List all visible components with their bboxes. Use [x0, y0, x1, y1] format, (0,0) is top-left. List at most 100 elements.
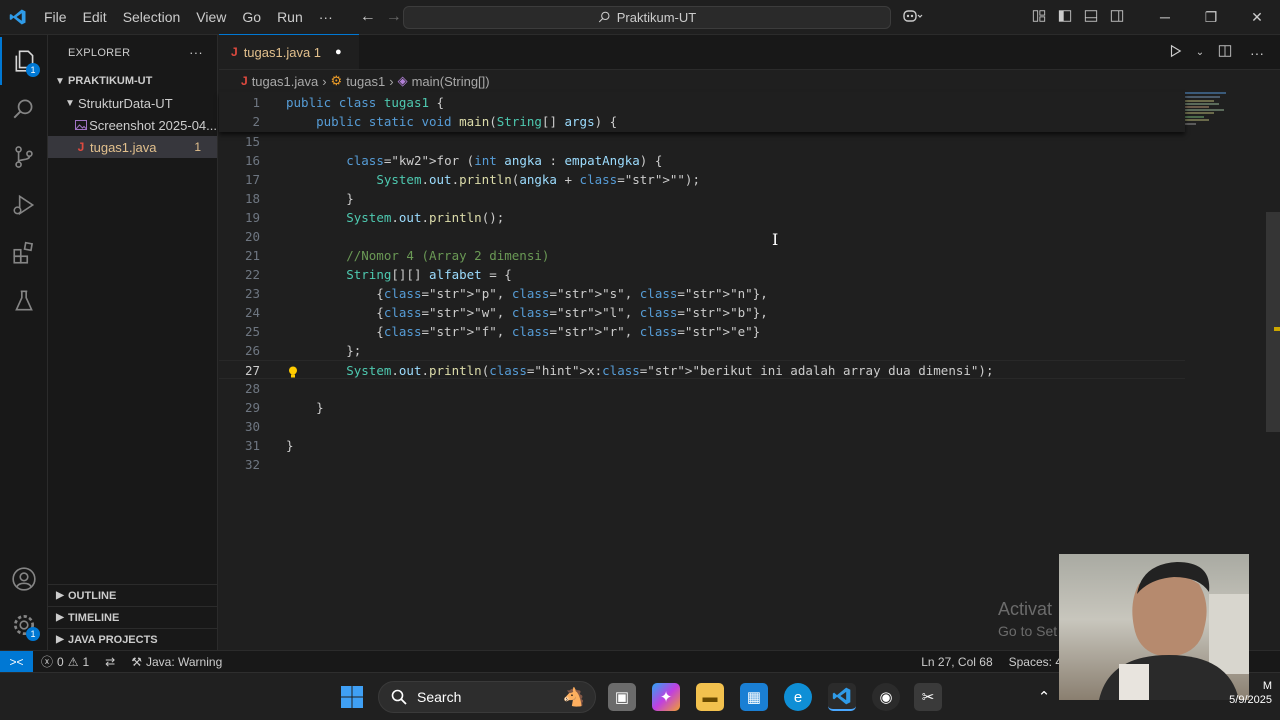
- code-line[interactable]: 28: [219, 379, 1185, 398]
- code-line[interactable]: 32: [219, 455, 1185, 474]
- vertical-scrollbar[interactable]: [1266, 92, 1280, 650]
- line-number: 30: [244, 419, 260, 434]
- outline-section[interactable]: ▶ OUTLINE: [48, 584, 217, 606]
- testing-flask-icon[interactable]: [0, 277, 48, 325]
- toggle-panel-icon[interactable]: [1078, 9, 1104, 26]
- scrollbar-thumb[interactable]: [1266, 212, 1280, 432]
- file-item-tugas1[interactable]: J tugas1.java 1: [48, 136, 217, 158]
- code-line[interactable]: 23 {class="str">"p", class="str">"s", cl…: [219, 284, 1185, 303]
- search-activity-icon[interactable]: [0, 85, 48, 133]
- obs-record-icon[interactable]: ◉: [872, 683, 900, 711]
- problems-status[interactable]: ⓧ 0 ⚠ 1: [33, 653, 97, 670]
- menu-edit[interactable]: Edit: [75, 0, 115, 35]
- source-control-icon[interactable]: [0, 133, 48, 181]
- toggle-secondary-sidebar-icon[interactable]: [1104, 9, 1130, 26]
- unsaved-dot-icon[interactable]: ●: [335, 46, 342, 58]
- debug-status[interactable]: ⇄: [97, 655, 123, 669]
- code-line[interactable]: 22 String[][] alfabet = {: [219, 265, 1185, 284]
- vscode-taskbar-icon[interactable]: [828, 683, 856, 711]
- folder-strukturdata[interactable]: ▼ StrukturData-UT: [48, 92, 217, 114]
- clock-time: M: [1262, 680, 1272, 692]
- run-debug-icon[interactable]: [0, 181, 48, 229]
- run-java-icon[interactable]: [1162, 44, 1188, 61]
- restore-icon[interactable]: ❐: [1188, 9, 1234, 26]
- watermark-line2: Go to Set: [998, 623, 1058, 639]
- line-number: 22: [244, 267, 260, 282]
- code-line[interactable]: 20: [219, 227, 1185, 246]
- code-text: class="kw2">for (int angka : empatAngka)…: [346, 153, 663, 168]
- sticky-scroll-header[interactable]: 1 public class tugas1 {2 public static vo…: [219, 92, 1185, 132]
- java-projects-section[interactable]: ▶ JAVA PROJECTS: [48, 628, 217, 650]
- workspace-root[interactable]: ▼ PRAKTIKUM-UT: [48, 70, 217, 92]
- minimap[interactable]: [1176, 92, 1266, 152]
- menu-selection[interactable]: Selection: [115, 0, 189, 35]
- menu-file[interactable]: File: [36, 0, 75, 35]
- line-number: 27: [244, 363, 260, 378]
- activity-bar: 1 1: [0, 35, 48, 650]
- quick-fix-lightbulb-icon[interactable]: [288, 364, 298, 378]
- line-number: 29: [244, 400, 260, 415]
- breadcrumb-class[interactable]: tugas1: [346, 74, 385, 89]
- webcam-overlay: [1059, 554, 1249, 700]
- explorer-activity-icon[interactable]: 1: [0, 37, 48, 85]
- code-line[interactable]: 16 class="kw2">for (int angka : empatAng…: [219, 151, 1185, 170]
- taskbar-search[interactable]: Search 🐴: [378, 681, 596, 713]
- menu-view[interactable]: View: [188, 0, 234, 35]
- cursor-position-label: Ln 27, Col 68: [921, 654, 993, 669]
- copilot-app-icon[interactable]: ✦: [652, 683, 680, 711]
- copilot-icon[interactable]: [900, 8, 926, 27]
- customize-layout-icon[interactable]: [1026, 9, 1052, 26]
- code-line[interactable]: 30: [219, 417, 1185, 436]
- menu-more[interactable]: ···: [311, 0, 341, 35]
- code-line[interactable]: 25 {class="str">"f", class="str">"r", cl…: [219, 322, 1185, 341]
- chevron-down-icon[interactable]: ⌄: [1194, 47, 1206, 58]
- code-line[interactable]: 19 System.out.println();: [219, 208, 1185, 227]
- close-icon[interactable]: ✕: [1234, 9, 1280, 26]
- split-editor-icon[interactable]: [1212, 44, 1238, 61]
- code-line[interactable]: 27 System.out.println(class="hint">x:cla…: [219, 360, 1185, 379]
- code-text: public static void main(String[] args) {: [316, 114, 618, 129]
- more-actions-icon[interactable]: ···: [1244, 45, 1270, 61]
- menu-run[interactable]: Run: [269, 0, 311, 35]
- code-text: {class="str">"w", class="str">"l", class…: [286, 305, 768, 320]
- cursor-position[interactable]: Ln 27, Col 68: [913, 655, 1000, 669]
- file-item-screenshot[interactable]: Screenshot 2025-04...: [48, 114, 217, 136]
- timeline-section[interactable]: ▶ TIMELINE: [48, 606, 217, 628]
- line-number: 25: [244, 324, 260, 339]
- extensions-icon[interactable]: [0, 229, 48, 277]
- breadcrumb-method[interactable]: main(String[]): [412, 74, 490, 89]
- code-line[interactable]: 21 //Nomor 4 (Array 2 dimensi): [219, 246, 1185, 265]
- menu-go[interactable]: Go: [234, 0, 269, 35]
- line-number: 20: [244, 229, 260, 244]
- file-explorer-icon[interactable]: ▬: [696, 683, 724, 711]
- code-line[interactable]: 15: [219, 132, 1185, 151]
- code-line[interactable]: 31}: [219, 436, 1185, 455]
- back-arrow-icon[interactable]: ←: [355, 8, 381, 26]
- microsoft-store-icon[interactable]: ▦: [740, 683, 768, 711]
- accounts-icon[interactable]: [0, 555, 48, 603]
- breadcrumb-file[interactable]: tugas1.java: [252, 74, 319, 89]
- command-center-search[interactable]: Praktikum-UT: [403, 6, 891, 29]
- chevron-right-icon: ›: [322, 73, 327, 89]
- code-line[interactable]: 24 {class="str">"w", class="str">"l", cl…: [219, 303, 1185, 322]
- explorer-more-icon[interactable]: ···: [189, 45, 203, 60]
- tab-tugas1-java[interactable]: J tugas1.java 1 ●: [219, 34, 359, 69]
- code-line[interactable]: 29 }: [219, 398, 1185, 417]
- code-line[interactable]: 18 }: [219, 189, 1185, 208]
- windows-start-icon[interactable]: [338, 683, 366, 711]
- code-line[interactable]: 26 };: [219, 341, 1185, 360]
- class-symbol-icon: ⚙: [330, 73, 343, 88]
- sticky-code-line[interactable]: 2 public static void main(String[] args)…: [219, 112, 1185, 131]
- sticky-code-line[interactable]: 1 public class tugas1 {: [219, 93, 1185, 112]
- settings-gear-icon[interactable]: 1: [0, 601, 48, 649]
- code-line[interactable]: 17 System.out.println(angka + class="str…: [219, 170, 1185, 189]
- edge-browser-icon[interactable]: e: [784, 683, 812, 711]
- remote-indicator-icon[interactable]: ><: [0, 650, 33, 673]
- tray-chevron-up-icon[interactable]: ⌃: [1030, 683, 1058, 711]
- minimize-icon[interactable]: ─: [1142, 9, 1188, 26]
- toggle-primary-sidebar-icon[interactable]: [1052, 9, 1078, 26]
- task-view-icon[interactable]: ▣: [608, 683, 636, 711]
- snipping-tool-icon[interactable]: ✂: [914, 683, 942, 711]
- menu-bar: File Edit Selection View Go Run ···: [36, 0, 341, 35]
- java-status[interactable]: ⚒ Java: Warning: [123, 655, 230, 669]
